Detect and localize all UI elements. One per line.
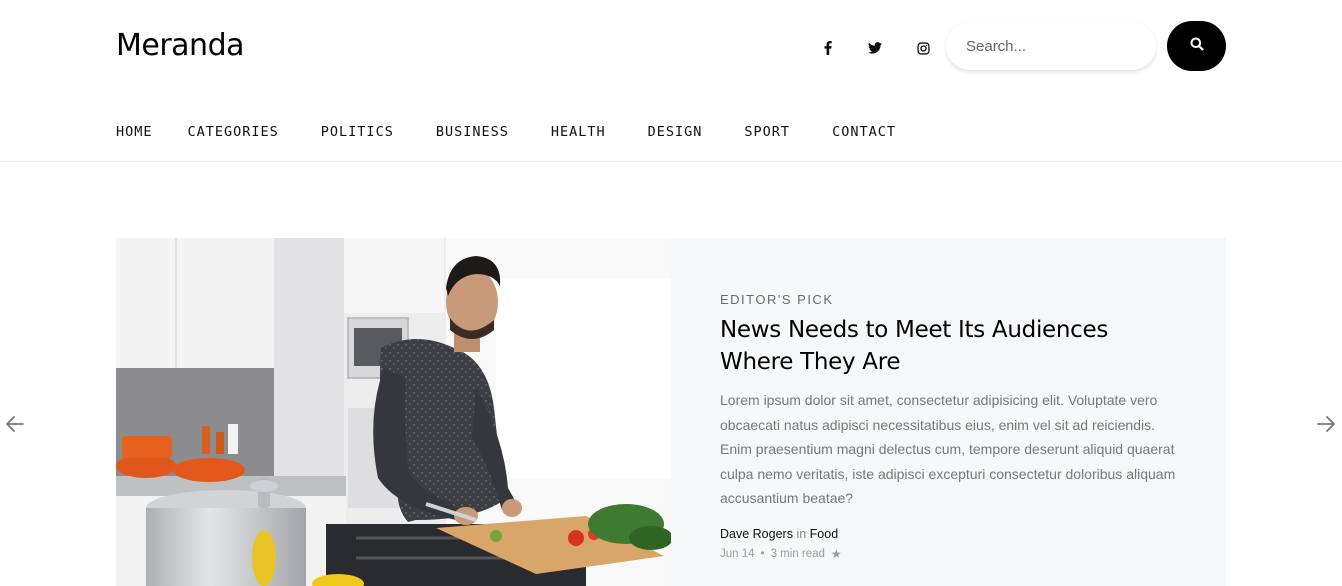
read-time: 3 min read xyxy=(770,547,825,560)
nav-item-politics[interactable]: POLITICS xyxy=(321,124,394,140)
slider-prev-button[interactable] xyxy=(5,415,25,437)
post-title[interactable]: News Needs to Meet Its Audiences Where T… xyxy=(720,314,1180,378)
post-date: Jun 14 xyxy=(720,547,755,560)
nav-item-sport[interactable]: SPORT xyxy=(744,124,790,140)
post-meta: Jun 14 • 3 min read ★ xyxy=(720,547,1180,561)
slider-next-button[interactable] xyxy=(1316,415,1336,437)
search-icon xyxy=(1190,37,1204,56)
featured-content: EDITOR'S PICK News Needs to Meet Its Aud… xyxy=(720,292,1180,561)
search-button[interactable] xyxy=(1167,21,1226,71)
star-icon: ★ xyxy=(830,546,842,561)
arrow-left-icon xyxy=(6,415,24,437)
facebook-icon[interactable] xyxy=(820,38,836,58)
post-excerpt: Lorem ipsum dolor sit amet, consectetur … xyxy=(720,392,1176,506)
search-box xyxy=(946,22,1156,70)
nav-item-health[interactable]: HEALTH xyxy=(551,124,606,140)
post-kicker: EDITOR'S PICK xyxy=(720,292,834,307)
category-link[interactable]: Food xyxy=(810,527,839,541)
nav-item-contact[interactable]: CONTACT xyxy=(832,124,896,140)
main-nav: HOME CATEGORIES POLITICS BUSINESS HEALTH… xyxy=(116,124,896,140)
site-logo[interactable]: Meranda xyxy=(116,28,245,63)
byline-in-text: in xyxy=(796,526,807,541)
search-input[interactable] xyxy=(946,22,1136,70)
nav-item-categories[interactable]: CATEGORIES xyxy=(188,124,279,140)
featured-image[interactable] xyxy=(116,238,671,586)
nav-item-home[interactable]: HOME xyxy=(116,124,153,140)
nav-item-business[interactable]: BUSINESS xyxy=(436,124,509,140)
meta-separator: • xyxy=(760,547,765,560)
nav-item-design[interactable]: DESIGN xyxy=(648,124,703,140)
featured-post: EDITOR'S PICK News Needs to Meet Its Aud… xyxy=(116,238,1226,586)
instagram-icon[interactable] xyxy=(914,38,932,58)
twitter-icon[interactable] xyxy=(866,38,884,58)
author-link[interactable]: Dave Rogers xyxy=(720,527,793,541)
site-header: Meranda HOME CATEGORIES POLITICS BUSINES… xyxy=(0,0,1342,162)
post-byline: Dave Rogers in Food xyxy=(720,527,1180,541)
arrow-right-icon xyxy=(1317,415,1335,437)
